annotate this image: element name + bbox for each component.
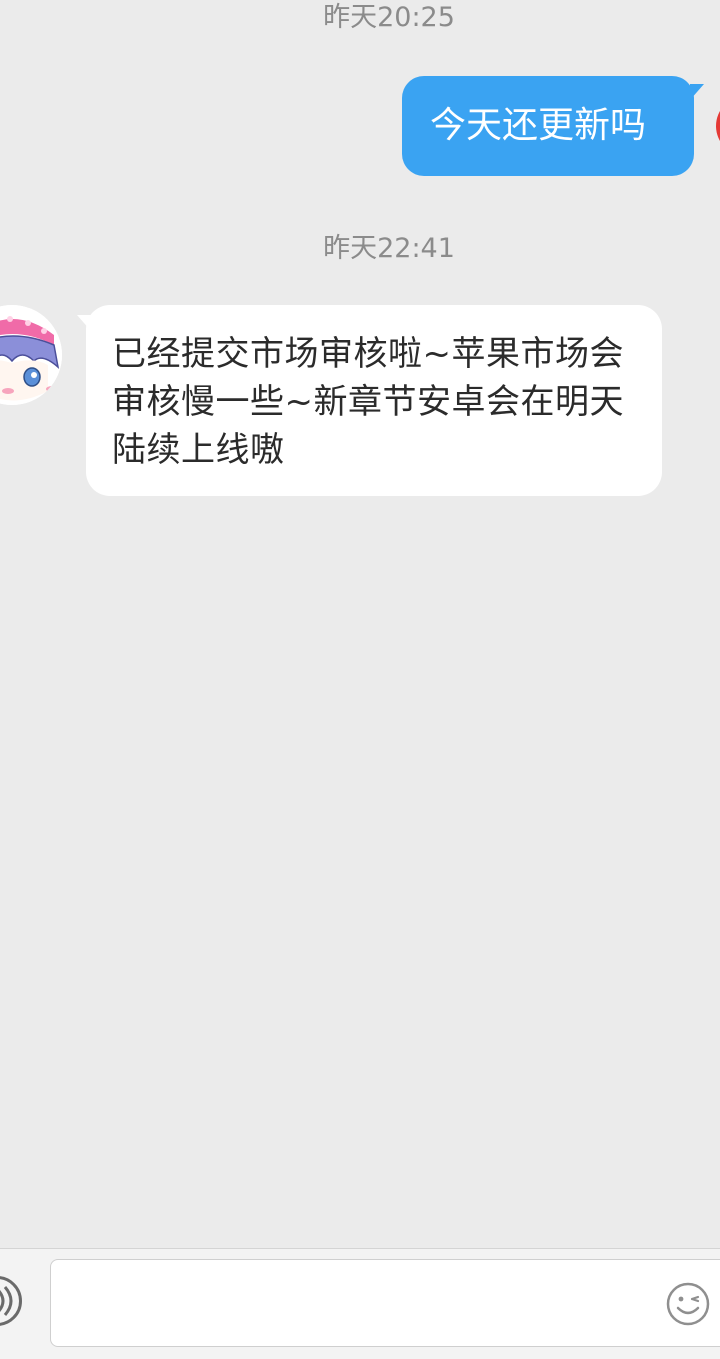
anime-character-avatar-icon <box>0 305 62 405</box>
sound-wave-icon <box>0 1286 13 1316</box>
incoming-message-bubble[interactable]: 已经提交市场审核啦~苹果市场会审核慢一些~新章节安卓会在明天陆续上线嗷 <box>77 305 662 496</box>
partner-avatar[interactable] <box>0 305 62 405</box>
message-composer <box>0 1248 720 1359</box>
message-timestamp: 昨天22:41 <box>323 233 455 264</box>
message-input-field[interactable] <box>50 1259 720 1348</box>
my-avatar[interactable] <box>716 96 720 156</box>
chat-message-list[interactable]: 昨天20:25 今天还更新吗 昨天22:41 已经提交市场审核啦~苹果市场会审核… <box>0 0 720 1248</box>
bubble-tail <box>77 315 91 331</box>
emoji-smile-icon[interactable] <box>665 1281 711 1327</box>
outgoing-message-bubble[interactable]: 今天还更新吗 <box>402 76 704 176</box>
voice-icon[interactable] <box>0 1276 22 1326</box>
message-text: 今天还更新吗 <box>430 105 647 146</box>
message-input[interactable] <box>65 1260 659 1348</box>
message-text: 已经提交市场审核啦~苹果市场会审核慢一些~新章节安卓会在明天陆续上线嗷 <box>112 334 624 470</box>
bubble-tail <box>690 84 704 100</box>
message-timestamp: 昨天20:25 <box>323 2 455 33</box>
